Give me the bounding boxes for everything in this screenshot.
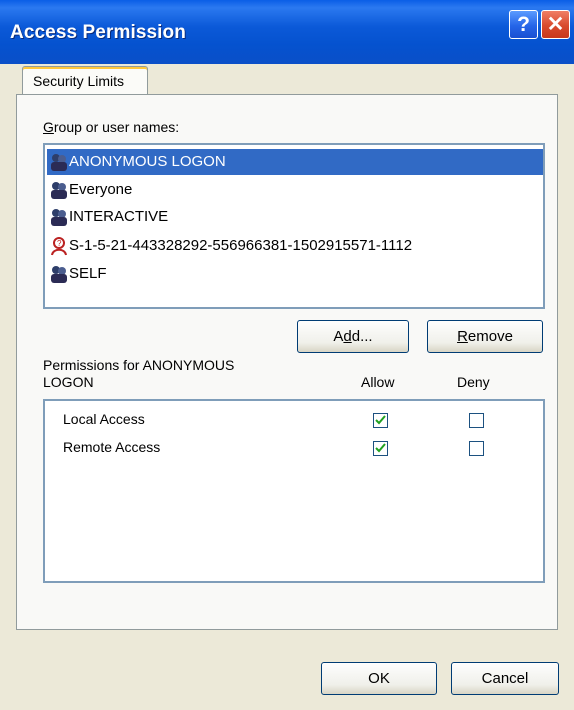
check-icon	[375, 415, 386, 425]
group-list-label: Group or user names:	[43, 119, 180, 135]
access-permission-dialog: Access Permission ? ✕ Security Limits Gr…	[0, 0, 574, 710]
list-item[interactable]: INTERACTIVE	[47, 204, 543, 230]
permissions-list[interactable]: Local Access Remote Access	[43, 399, 545, 583]
group-icon	[49, 207, 69, 227]
check-icon	[375, 443, 386, 453]
close-button[interactable]: ✕	[541, 10, 570, 39]
list-item[interactable]: ? S-1-5-21-443328292-556966381-150291557…	[47, 233, 543, 259]
group-icon	[49, 152, 69, 172]
security-limits-panel: Group or user names: ANONYMOUS LOGON Eve…	[16, 94, 558, 630]
list-item[interactable]: ANONYMOUS LOGON	[47, 149, 543, 175]
help-button[interactable]: ?	[509, 10, 538, 39]
local-access-allow-checkbox[interactable]	[373, 413, 388, 428]
allow-column-header: Allow	[361, 374, 395, 390]
list-item-label: SELF	[69, 265, 107, 282]
perm-row-remote-access: Remote Access	[63, 439, 161, 455]
title-bar[interactable]: Access Permission ? ✕	[0, 0, 574, 64]
permissions-label-line2: LOGON	[43, 374, 94, 390]
remote-access-allow-checkbox[interactable]	[373, 441, 388, 456]
list-item[interactable]: SELF	[47, 261, 543, 287]
deny-column-header: Deny	[457, 374, 490, 390]
group-user-listbox[interactable]: ANONYMOUS LOGON Everyone INTERACTIVE ? S…	[43, 143, 545, 309]
list-item-label: S-1-5-21-443328292-556966381-1502915571-…	[69, 237, 413, 254]
permissions-label-line1: Permissions for ANONYMOUS	[43, 357, 235, 373]
list-item[interactable]: Everyone	[47, 177, 543, 203]
add-button[interactable]: Add...	[297, 320, 409, 353]
window-title: Access Permission	[10, 22, 186, 43]
svg-text:?: ?	[57, 239, 62, 248]
tab-security-limits[interactable]: Security Limits	[22, 66, 148, 94]
tab-label: Security Limits	[33, 73, 125, 89]
cancel-button[interactable]: Cancel	[451, 662, 559, 695]
list-item-label: ANONYMOUS LOGON	[69, 153, 226, 170]
remove-button[interactable]: Remove	[427, 320, 543, 353]
list-item-label: Everyone	[69, 181, 133, 198]
remote-access-deny-checkbox[interactable]	[469, 441, 484, 456]
list-item-label: INTERACTIVE	[69, 208, 169, 225]
unknown-user-icon: ?	[49, 236, 69, 256]
group-icon	[49, 264, 69, 284]
add-button-label: Add...	[333, 328, 373, 345]
group-icon	[49, 180, 69, 200]
remove-button-label: Remove	[457, 328, 513, 345]
local-access-deny-checkbox[interactable]	[469, 413, 484, 428]
group-list-label-text: roup or user names:	[53, 119, 180, 135]
ok-button[interactable]: OK	[321, 662, 437, 695]
perm-row-local-access: Local Access	[63, 411, 145, 427]
